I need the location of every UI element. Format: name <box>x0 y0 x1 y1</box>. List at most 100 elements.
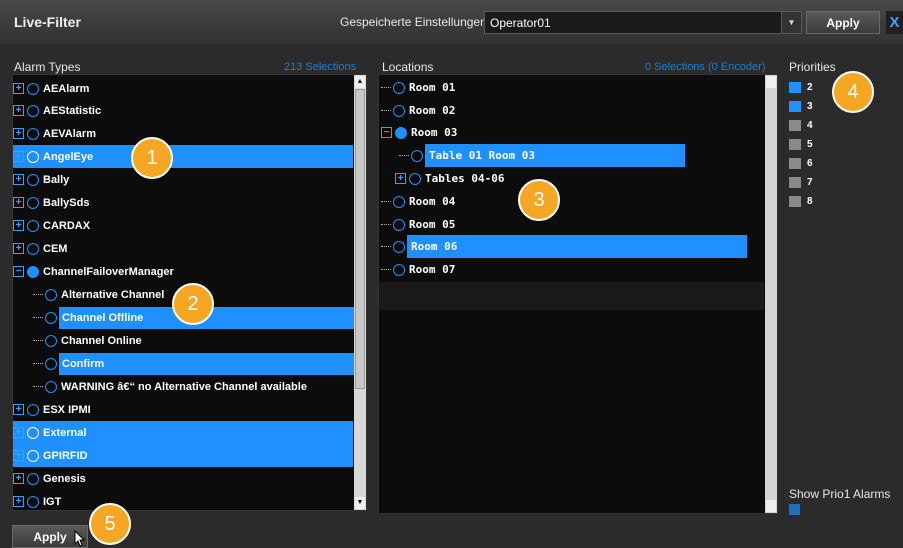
alarm-types-scrollbar[interactable]: ▲ ▼ <box>354 75 366 510</box>
priority-item[interactable]: 8 <box>789 195 813 207</box>
priority-item[interactable]: 3 <box>789 100 813 112</box>
priority-checkbox[interactable] <box>789 138 801 150</box>
expand-icon[interactable]: + <box>13 243 24 254</box>
radio-icon[interactable] <box>27 127 39 140</box>
radio-icon[interactable] <box>27 82 39 95</box>
radio-icon[interactable] <box>45 288 57 301</box>
list-item[interactable]: Room 06 <box>381 235 763 258</box>
expand-icon[interactable]: + <box>13 197 24 208</box>
locations-scrollbar[interactable] <box>765 75 777 513</box>
expand-icon[interactable]: + <box>13 105 24 116</box>
list-item[interactable]: + BallySds <box>13 191 353 214</box>
expand-icon[interactable]: + <box>395 173 406 184</box>
priority-item[interactable]: 6 <box>789 157 813 169</box>
priority-item[interactable]: 5 <box>789 138 813 150</box>
list-item[interactable]: Room 04 <box>381 190 761 213</box>
list-item[interactable]: WARNING â€“ no Alternative Channel avail… <box>33 375 353 398</box>
scroll-up-icon[interactable] <box>766 76 776 88</box>
list-item[interactable]: + AngelEye <box>13 145 353 168</box>
radio-icon[interactable] <box>27 219 39 232</box>
radio-icon[interactable] <box>27 150 39 163</box>
list-item[interactable]: Room 05 <box>381 213 761 236</box>
radio-icon[interactable] <box>45 380 57 393</box>
list-item[interactable]: − Room 03 <box>381 121 761 144</box>
radio-icon[interactable] <box>393 81 405 94</box>
list-item[interactable]: Table 01 Room 03 <box>399 144 764 167</box>
expand-icon[interactable]: + <box>13 427 24 438</box>
radio-icon[interactable] <box>393 263 405 276</box>
expand-icon[interactable]: + <box>13 220 24 231</box>
radio-icon[interactable] <box>45 334 57 347</box>
header-apply-button[interactable]: Apply <box>806 11 880 34</box>
priority-item[interactable]: 2 <box>789 81 813 93</box>
list-item[interactable]: + AEStatistic <box>13 99 353 122</box>
radio-icon[interactable] <box>27 472 39 485</box>
priority-checkbox[interactable] <box>789 195 801 207</box>
list-item[interactable]: + GPIRFID <box>13 444 353 467</box>
radio-icon[interactable] <box>393 104 405 117</box>
priority-item[interactable]: 4 <box>789 119 813 131</box>
list-item[interactable]: Channel Online <box>33 329 353 352</box>
priority-checkbox[interactable] <box>789 176 801 188</box>
scroll-up-icon[interactable]: ▲ <box>355 76 365 88</box>
expand-icon[interactable]: + <box>13 128 24 139</box>
list-item[interactable]: + IGT <box>13 490 353 510</box>
expand-icon[interactable]: + <box>13 450 24 461</box>
show-prio1-checkbox[interactable] <box>789 504 800 515</box>
list-item[interactable]: + AEVAlarm <box>13 122 353 145</box>
radio-icon[interactable] <box>395 126 407 139</box>
list-item[interactable]: + CARDAX <box>13 214 353 237</box>
expand-icon[interactable]: + <box>13 151 24 162</box>
radio-icon[interactable] <box>27 449 39 462</box>
scrollbar-thumb[interactable] <box>355 89 365 389</box>
priority-checkbox[interactable] <box>789 157 801 169</box>
radio-icon[interactable] <box>27 426 39 439</box>
radio-icon[interactable] <box>411 149 423 162</box>
radio-icon[interactable] <box>393 218 405 231</box>
priority-checkbox[interactable] <box>789 100 801 112</box>
chevron-down-icon[interactable]: ▼ <box>781 12 801 33</box>
list-item[interactable]: Confirm <box>33 352 366 375</box>
list-item[interactable]: + Tables 04-06 <box>395 167 760 190</box>
radio-icon[interactable] <box>27 196 39 209</box>
scroll-down-icon[interactable]: ▼ <box>355 497 365 509</box>
list-item[interactable]: − ChannelFailoverManager <box>13 260 353 283</box>
list-item[interactable]: + CEM <box>13 237 353 260</box>
expand-icon[interactable]: + <box>13 473 24 484</box>
list-item[interactable]: + External <box>13 421 353 444</box>
radio-icon[interactable] <box>27 242 39 255</box>
priority-checkbox[interactable] <box>789 81 801 93</box>
list-item[interactable]: + Bally <box>13 168 353 191</box>
locations-list[interactable]: Room 01 Room 02 − Room 03 Table 01 Room … <box>378 74 778 514</box>
radio-icon[interactable] <box>27 495 39 508</box>
radio-icon[interactable] <box>27 173 39 186</box>
scroll-down-icon[interactable] <box>766 500 776 512</box>
expand-icon[interactable]: + <box>13 174 24 185</box>
list-item[interactable]: Room 02 <box>381 99 761 122</box>
saved-settings-value: Operator01 <box>490 16 551 30</box>
expand-icon[interactable]: + <box>13 83 24 94</box>
collapse-icon[interactable]: − <box>13 266 24 277</box>
list-item[interactable]: + ESX IPMI <box>13 398 353 421</box>
alarm-types-label: Alarm Types <box>14 60 81 74</box>
priority-checkbox[interactable] <box>789 119 801 131</box>
priority-item[interactable]: 7 <box>789 176 813 188</box>
list-item[interactable]: Room 01 <box>381 76 761 99</box>
saved-settings-select[interactable]: Operator01 ▼ <box>484 11 802 34</box>
tree-connector <box>33 317 43 318</box>
radio-icon[interactable] <box>393 195 405 208</box>
list-item[interactable]: + AEAlarm <box>13 77 353 100</box>
expand-icon[interactable]: + <box>13 404 24 415</box>
radio-icon[interactable] <box>27 265 39 278</box>
radio-icon[interactable] <box>27 104 39 117</box>
close-icon[interactable]: X <box>886 11 903 34</box>
radio-icon[interactable] <box>27 403 39 416</box>
collapse-icon[interactable]: − <box>381 127 392 138</box>
list-item[interactable]: Room 07 <box>381 258 761 281</box>
list-item[interactable]: + Genesis <box>13 467 353 490</box>
radio-icon[interactable] <box>393 240 405 253</box>
radio-icon[interactable] <box>409 172 421 185</box>
radio-icon[interactable] <box>45 311 57 324</box>
radio-icon[interactable] <box>45 357 57 370</box>
expand-icon[interactable]: + <box>13 496 24 507</box>
